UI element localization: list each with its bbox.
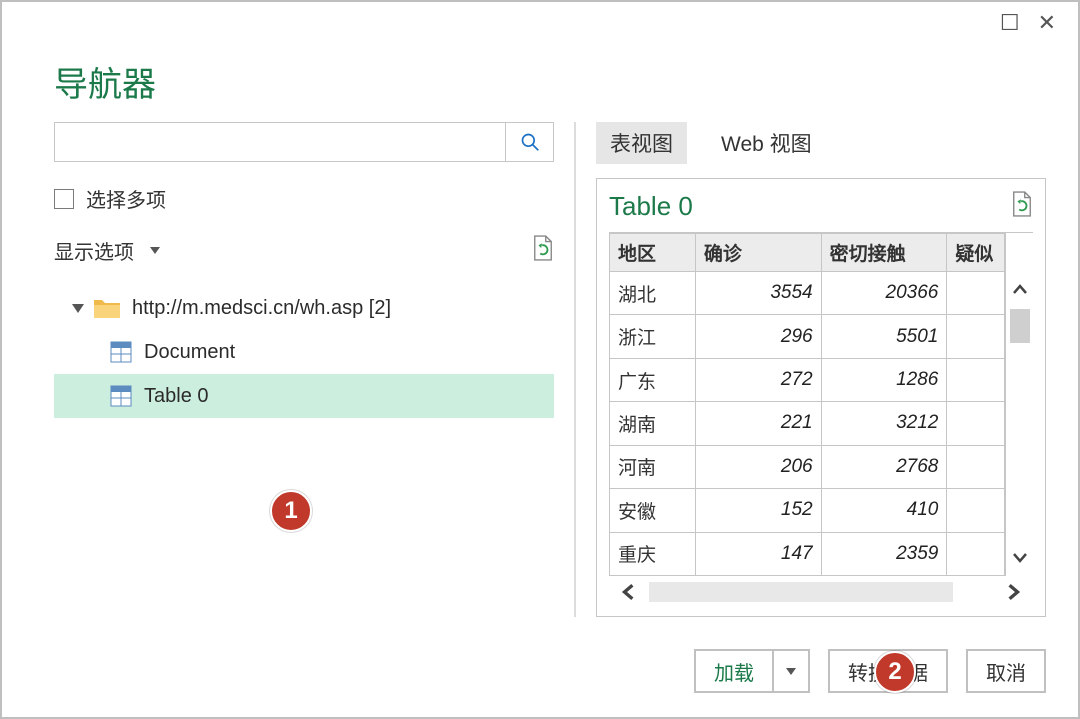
- panel-divider: [574, 122, 576, 617]
- collapse-icon: [72, 304, 84, 313]
- cancel-button[interactable]: 取消: [966, 649, 1046, 693]
- search-icon: [520, 132, 540, 152]
- right-panel: 表视图 Web 视图 Table 0 地区确诊密切接触疑似 湖北35542036…: [596, 122, 1046, 617]
- table-row[interactable]: 河南2062768: [610, 445, 1005, 488]
- refresh-doc-icon[interactable]: [532, 235, 554, 266]
- dialog-title: 导航器: [54, 57, 156, 106]
- tree-root[interactable]: http://m.medsci.cn/wh.asp [2]: [54, 286, 554, 330]
- table-row[interactable]: 湖南2213212: [610, 402, 1005, 445]
- table-header[interactable]: 确诊: [695, 234, 821, 272]
- load-dropdown-button[interactable]: [774, 649, 810, 693]
- search-box: [54, 122, 554, 162]
- display-options-dropdown[interactable]: 显示选项: [54, 236, 160, 265]
- preview-title: Table 0: [609, 191, 693, 222]
- titlebar: ☐ ✕: [1000, 2, 1078, 42]
- table-icon: [110, 385, 132, 407]
- left-panel: 选择多项 显示选项 http://m.medsci.cn/wh.asp [2]: [54, 122, 554, 617]
- table-row[interactable]: 湖北355420366: [610, 272, 1005, 315]
- tab-web-view[interactable]: Web 视图: [707, 122, 826, 164]
- preview-pane: Table 0 地区确诊密切接触疑似 湖北355420366浙江2965501广…: [596, 178, 1046, 617]
- load-button[interactable]: 加载: [694, 649, 774, 693]
- table-row[interactable]: 重庆1472359: [610, 532, 1005, 575]
- scroll-down-icon[interactable]: [1006, 538, 1033, 576]
- table-header[interactable]: 疑似: [947, 234, 1005, 272]
- callout-1: 1: [270, 490, 312, 532]
- tree-item-table0[interactable]: Table 0: [54, 374, 554, 418]
- tab-table-view[interactable]: 表视图: [596, 122, 687, 164]
- table-row[interactable]: 浙江2965501: [610, 315, 1005, 358]
- multi-select-checkbox[interactable]: [54, 189, 74, 209]
- search-input[interactable]: [55, 123, 505, 161]
- preview-refresh-icon[interactable]: [1011, 191, 1033, 222]
- hscroll-track[interactable]: [649, 582, 953, 602]
- callout-2: 2: [874, 651, 916, 693]
- horizontal-scrollbar[interactable]: [609, 576, 1033, 608]
- search-button[interactable]: [505, 123, 553, 161]
- tree-item-document[interactable]: Document: [54, 330, 554, 374]
- maximize-icon[interactable]: ☐: [1000, 10, 1020, 42]
- table-header[interactable]: 密切接触: [821, 234, 947, 272]
- scroll-right-icon[interactable]: [993, 583, 1033, 601]
- vertical-scrollbar[interactable]: [1005, 233, 1033, 576]
- table-row[interactable]: 安徽152410: [610, 489, 1005, 532]
- dialog-footer: 加载 转换数据 取消: [694, 649, 1046, 693]
- multi-select-label: 选择多项: [86, 184, 166, 213]
- table-header[interactable]: 地区: [610, 234, 696, 272]
- navigator-dialog: ☐ ✕ 导航器 选择多项 显示选项: [0, 0, 1080, 719]
- folder-icon: [94, 298, 120, 318]
- multi-select-row: 选择多项: [54, 184, 554, 213]
- table-icon: [110, 341, 132, 363]
- preview-table: 地区确诊密切接触疑似 湖北355420366浙江2965501广东2721286…: [609, 233, 1005, 576]
- preview-tabs: 表视图 Web 视图: [596, 122, 1046, 164]
- scroll-thumb[interactable]: [1010, 309, 1030, 343]
- scroll-up-icon[interactable]: [1006, 271, 1033, 309]
- nav-tree: http://m.medsci.cn/wh.asp [2] Document T…: [54, 286, 554, 418]
- scroll-left-icon[interactable]: [609, 583, 649, 601]
- table-row[interactable]: 广东2721286: [610, 358, 1005, 401]
- close-icon[interactable]: ✕: [1038, 10, 1056, 42]
